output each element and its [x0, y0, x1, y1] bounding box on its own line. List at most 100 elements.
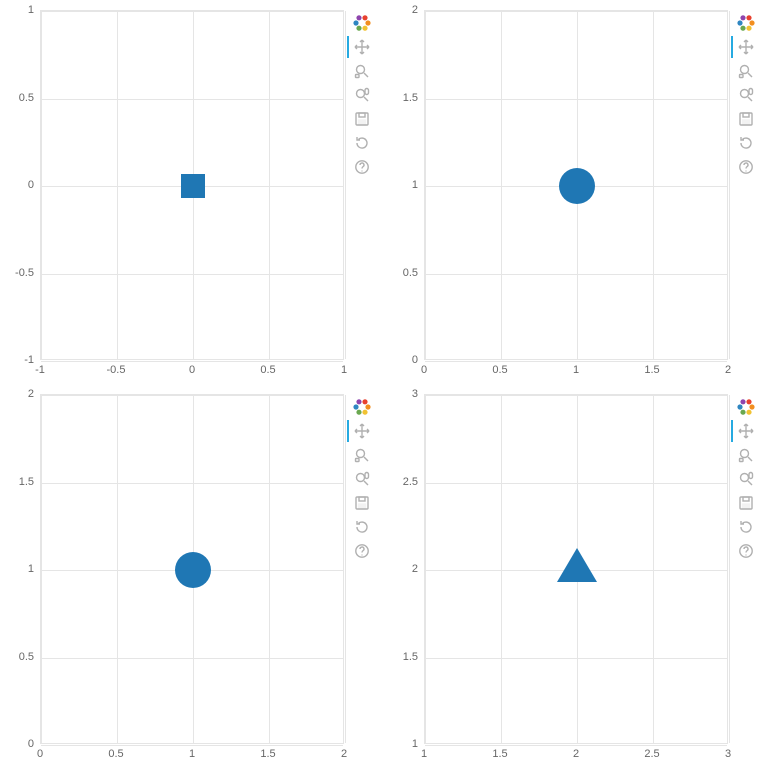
y-tick-label: 1 — [2, 563, 34, 575]
wheel-zoom-tool[interactable] — [350, 84, 374, 106]
pan-tool[interactable] — [350, 420, 374, 442]
gridline — [41, 395, 42, 743]
pan-tool[interactable] — [350, 36, 374, 58]
x-axis-ticks: -1-0.500.51 — [40, 364, 344, 378]
plot-toolbar — [734, 396, 758, 562]
wheel-zoom-tool[interactable] — [734, 84, 758, 106]
gridline — [425, 361, 727, 362]
gridline — [41, 11, 42, 359]
wheel-zoom-tool[interactable] — [734, 468, 758, 490]
help-tool[interactable] — [350, 156, 374, 178]
x-tick-label: 0.5 — [480, 364, 520, 376]
x-tick-label: 1.5 — [248, 748, 288, 760]
reset-tool[interactable] — [734, 516, 758, 538]
plot-area[interactable] — [40, 10, 344, 360]
x-tick-label: 1.5 — [632, 364, 672, 376]
x-tick-label: 2 — [708, 364, 748, 376]
gridline — [653, 11, 654, 359]
gridline — [41, 11, 343, 12]
gridline — [653, 395, 654, 743]
y-tick-label: 2.5 — [386, 476, 418, 488]
x-tick-label: 0.5 — [248, 364, 288, 376]
y-tick-label: 2 — [2, 388, 34, 400]
gridline — [425, 658, 727, 659]
plot-area[interactable] — [424, 394, 728, 744]
box-zoom-tool[interactable] — [734, 444, 758, 466]
plot-toolbar — [734, 12, 758, 178]
x-tick-label: 1 — [172, 748, 212, 760]
x-tick-label: 1.5 — [480, 748, 520, 760]
gridline — [41, 745, 343, 746]
x-tick-label: 2 — [324, 748, 364, 760]
y-tick-label: 2 — [386, 4, 418, 16]
plot-toolbar — [350, 396, 374, 562]
y-tick-label: 1.5 — [2, 476, 34, 488]
x-tick-label: -0.5 — [96, 364, 136, 376]
y-tick-label: 0.5 — [386, 267, 418, 279]
gridline — [425, 483, 727, 484]
y-tick-label: 0.5 — [2, 92, 34, 104]
save-tool[interactable] — [734, 108, 758, 130]
gridline — [41, 658, 343, 659]
box-zoom-tool[interactable] — [734, 60, 758, 82]
chart-panel: -1-0.500.51-1-0.500.51 — [0, 0, 384, 384]
gridline — [729, 11, 730, 359]
x-tick-label: 1 — [556, 364, 596, 376]
circle-marker — [559, 168, 595, 204]
gridline — [729, 395, 730, 743]
x-tick-label: 1 — [324, 364, 364, 376]
gridline — [117, 11, 118, 359]
plot-area[interactable] — [424, 10, 728, 360]
y-tick-label: 1 — [2, 4, 34, 16]
gridline — [345, 11, 346, 359]
help-tool[interactable] — [734, 540, 758, 562]
y-axis-ticks: 00.511.52 — [384, 10, 418, 360]
chart-panel: 00.511.5200.511.52 — [384, 0, 768, 384]
box-zoom-tool[interactable] — [350, 60, 374, 82]
y-tick-label: 3 — [386, 388, 418, 400]
save-tool[interactable] — [734, 492, 758, 514]
chart-panel: 00.511.5200.511.52 — [0, 384, 384, 768]
box-zoom-tool[interactable] — [350, 444, 374, 466]
y-tick-label: 0 — [2, 179, 34, 191]
pan-tool[interactable] — [734, 420, 758, 442]
triangle-marker — [557, 548, 597, 582]
x-axis-ticks: 00.511.52 — [40, 748, 344, 762]
gridline — [41, 483, 343, 484]
gridline — [425, 99, 727, 100]
save-tool[interactable] — [350, 492, 374, 514]
square-marker — [181, 174, 205, 198]
reset-tool[interactable] — [350, 516, 374, 538]
y-tick-label: 0 — [2, 738, 34, 750]
pan-tool[interactable] — [734, 36, 758, 58]
plot-area[interactable] — [40, 394, 344, 744]
gridline — [425, 395, 426, 743]
gridline — [425, 274, 727, 275]
x-tick-label: 2 — [556, 748, 596, 760]
gridline — [425, 395, 727, 396]
wheel-zoom-tool[interactable] — [350, 468, 374, 490]
y-tick-label: -1 — [2, 354, 34, 366]
gridline — [41, 99, 343, 100]
bokeh-logo-icon — [734, 12, 758, 34]
y-axis-ticks: -1-0.500.51 — [0, 10, 34, 360]
y-tick-label: 1.5 — [386, 651, 418, 663]
reset-tool[interactable] — [350, 132, 374, 154]
y-axis-ticks: 00.511.52 — [0, 394, 34, 744]
gridline — [501, 11, 502, 359]
gridline — [41, 395, 343, 396]
x-axis-ticks: 11.522.53 — [424, 748, 728, 762]
chart-panel: 11.522.5311.522.53 — [384, 384, 768, 768]
save-tool[interactable] — [350, 108, 374, 130]
gridline — [425, 11, 727, 12]
gridline — [269, 395, 270, 743]
x-tick-label: 0.5 — [96, 748, 136, 760]
gridline — [425, 11, 426, 359]
x-axis-ticks: 00.511.52 — [424, 364, 728, 378]
gridline — [41, 274, 343, 275]
help-tool[interactable] — [350, 540, 374, 562]
bokeh-logo-icon — [350, 396, 374, 418]
reset-tool[interactable] — [734, 132, 758, 154]
circle-marker — [175, 552, 211, 588]
help-tool[interactable] — [734, 156, 758, 178]
